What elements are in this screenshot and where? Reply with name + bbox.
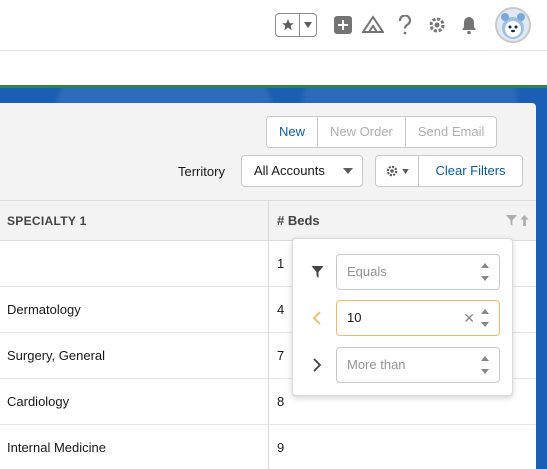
beds-cell: 8 [277, 394, 285, 409]
greater-than-icon [309, 357, 325, 373]
filter-equals-row: Equals [293, 254, 514, 290]
list-settings-button[interactable] [375, 155, 419, 187]
star-icon[interactable] [276, 14, 300, 36]
beds-cell: 9 [277, 440, 285, 455]
column-divider [268, 241, 269, 286]
column-header-beds[interactable]: # Beds [277, 201, 320, 241]
number-stepper[interactable] [481, 263, 491, 281]
settings-icon[interactable] [426, 14, 448, 36]
column-divider [268, 425, 269, 469]
filter-more-than-row: More than [293, 347, 514, 383]
column-divider [268, 333, 269, 378]
equals-placeholder: Equals [347, 264, 387, 279]
column-divider [268, 379, 269, 424]
filter-less-than-row: 10 ✕ [293, 300, 514, 336]
specialty-cell: Internal Medicine [7, 440, 106, 455]
territory-select[interactable]: All Accounts [241, 155, 363, 187]
territory-select-value: All Accounts [254, 163, 325, 178]
chevron-down-icon [402, 168, 409, 174]
favorites-group[interactable] [275, 13, 317, 37]
trailhead-icon[interactable] [362, 14, 384, 36]
sort-up-icon[interactable] [520, 215, 529, 226]
action-button-group: New New Order Send Email [266, 116, 498, 148]
column-divider [268, 287, 269, 332]
less-than-icon [309, 310, 325, 326]
bell-icon[interactable] [458, 14, 480, 36]
clear-filters-button[interactable]: Clear Filters [418, 155, 523, 187]
global-header [0, 0, 547, 51]
less-than-value: 10 [347, 310, 362, 325]
territory-label: Territory [178, 164, 225, 179]
new-button[interactable]: New [267, 117, 319, 147]
send-email-button[interactable]: Send Email [405, 117, 497, 147]
column-header-specialty[interactable]: SPECIALTY 1 [7, 201, 87, 241]
filter-icon [309, 264, 325, 280]
column-header-actions [506, 215, 529, 226]
equals-input[interactable]: Equals [336, 254, 500, 290]
beds-cell: 4 [277, 302, 285, 317]
filter-icon[interactable] [506, 215, 517, 226]
number-stepper[interactable] [481, 356, 491, 374]
less-than-input[interactable]: 10 ✕ [336, 300, 500, 336]
settings-icon [386, 165, 398, 177]
chevron-down-icon [343, 168, 353, 174]
number-stepper[interactable] [481, 309, 491, 327]
specialty-cell: Cardiology [7, 394, 70, 409]
table-row[interactable]: Internal Medicine 9 [0, 425, 536, 469]
avatar[interactable] [495, 7, 531, 43]
column-filter-popover: Equals 10 ✕ More than [292, 238, 513, 396]
specialty-cell: Surgery, General [7, 348, 106, 363]
navigation-bar [0, 51, 547, 88]
help-icon[interactable] [394, 14, 416, 36]
clear-icon[interactable]: ✕ [463, 301, 475, 335]
beds-cell: 7 [277, 348, 285, 363]
column-divider [268, 201, 269, 240]
more-than-placeholder: More than [347, 357, 406, 372]
specialty-cell: Dermatology [7, 302, 81, 317]
new-order-button[interactable]: New Order [318, 117, 406, 147]
plus-icon[interactable] [332, 14, 354, 36]
table-header: SPECIALTY 1 # Beds [0, 201, 536, 241]
chevron-down-icon[interactable] [300, 14, 316, 36]
more-than-input[interactable]: More than [336, 347, 500, 383]
beds-cell: 1 [277, 256, 285, 271]
